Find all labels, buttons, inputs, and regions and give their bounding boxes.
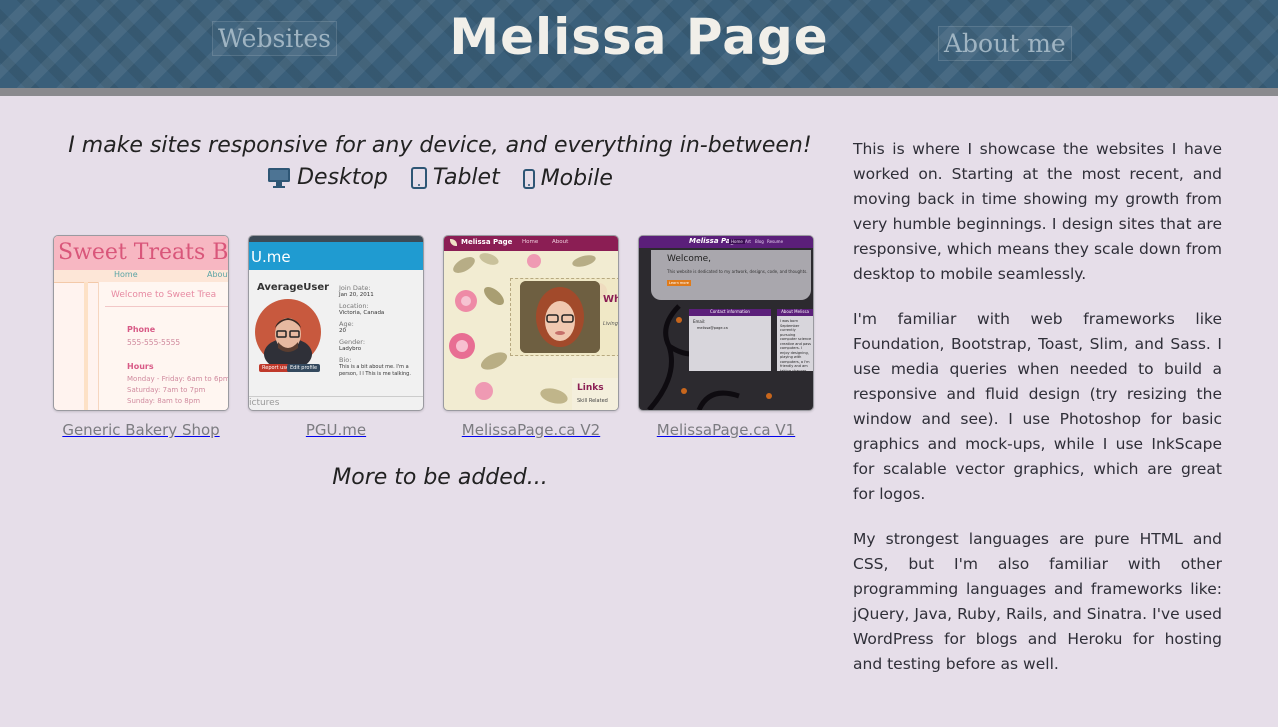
thumb-field-value: Jan 20, 2011: [339, 292, 374, 298]
project-label[interactable]: MelissaPage.ca V2: [443, 421, 619, 439]
thumb-bio: I was born September currently pursuing …: [780, 319, 812, 371]
thumb-email-label: Email:: [693, 319, 706, 324]
thumb-intro: This website is dedicated to my artwork,…: [667, 269, 808, 274]
thumb-field-key: Gender:: [339, 338, 366, 346]
about-paragraph: I'm familiar with web frameworks like Fo…: [853, 310, 1222, 503]
thumb-brand: Melissa Page: [461, 238, 513, 246]
device-mobile: Mobile: [522, 166, 613, 191]
project-gallery: Sweet Treats B Home About Welcome to Swe…: [53, 235, 823, 445]
thumb-welcome-box: Welcome, This website is dedicated to my…: [651, 250, 811, 300]
thumb-field-key: Location:: [339, 302, 369, 310]
thumb-hours-line: Monday - Friday: 6am to 6pm: [127, 375, 229, 383]
thumb-field-value: This is a bit about me. I'm a person, I …: [339, 364, 411, 377]
thumb-brand: U.me: [251, 248, 291, 266]
about-paragraph: This is where I showcase the websites I …: [853, 140, 1222, 283]
mobile-icon: [522, 168, 535, 189]
thumb-nav-about: About: [207, 270, 229, 279]
thumb-panel-contact: Contact information Email: melissa@page.…: [689, 309, 771, 371]
thumb-phone: 555-555-5555: [127, 338, 181, 347]
thumb-portrait: [520, 281, 600, 353]
project-card-melissapage-v1[interactable]: Melissa Page Home Art Blog Resume Welcom…: [638, 235, 814, 439]
thumb-nav-home: Home: [114, 270, 138, 279]
nav-link-about-me[interactable]: About me: [938, 26, 1072, 61]
thumb-edit-button: Edit profile: [287, 364, 321, 372]
more-to-come: More to be added...: [332, 465, 548, 490]
leaf-icon: [450, 239, 457, 246]
thumb-nav-item: Art: [745, 239, 751, 244]
device-desktop: Desktop: [267, 165, 388, 190]
thumb-phone-label: Phone: [127, 325, 156, 334]
about-paragraph: My strongest languages are pure HTML and…: [853, 530, 1222, 673]
thumb-skill: Skill Related: [577, 398, 608, 404]
thumb-hours-line: Sunday: 8am to 8pm: [127, 397, 201, 405]
portrait-photo: [520, 281, 600, 353]
thumb-nav-item: Home: [522, 239, 539, 245]
thumb-welcome: Welcome to Sweet Trea: [111, 290, 217, 300]
device-label-mobile: Mobile: [540, 166, 613, 191]
project-card-pgu[interactable]: U.me AverageUser Join Date: Jan 20, 2011…: [248, 235, 424, 439]
tagline: I make sites responsive for any device, …: [68, 133, 812, 158]
thumb-field-value: 20: [339, 328, 346, 334]
thumb-rail: [84, 282, 88, 410]
thumb-fields: Join Date: Jan 20, 2011 Location: Victor…: [339, 284, 423, 378]
thumb-header: U.me: [249, 242, 423, 270]
thumb-header: Sweet Treats B: [54, 236, 228, 270]
thumb-links-box: Links Skill Related: [572, 378, 618, 410]
thumb-side-sub: Living: [603, 321, 618, 327]
thumb-hours-line: Saturday: 7am to 7pm: [127, 386, 206, 394]
thumb-field-key: Bio:: [339, 356, 352, 364]
tablet-icon: [410, 166, 427, 189]
thumb-heading: Sweet Treats B: [58, 240, 229, 265]
project-card-bakery[interactable]: Sweet Treats B Home About Welcome to Swe…: [53, 235, 229, 439]
thumb-welcome: Welcome,: [667, 254, 712, 264]
thumb-side-title: Wh: [603, 294, 618, 305]
device-label-desktop: Desktop: [297, 165, 388, 190]
avatar-photo: [255, 299, 321, 366]
thumb-panel-about: About Melissa I was born September curre…: [777, 309, 813, 371]
project-thumbnail[interactable]: U.me AverageUser Join Date: Jan 20, 2011…: [248, 235, 424, 411]
thumb-username: AverageUser: [257, 282, 330, 293]
thumb-nav-item: Resume: [767, 239, 784, 244]
about-section: This is where I showcase the websites I …: [853, 137, 1222, 697]
thumb-body: Welcome to Sweet Trea Phone 555-555-5555…: [98, 282, 229, 410]
thumb-nav-item: Blog: [755, 239, 764, 244]
thumb-panel-title: About Melissa: [777, 309, 813, 316]
thumb-button: Learn more: [667, 280, 691, 286]
thumb-panel-title: Contact information: [689, 309, 771, 316]
desktop-icon: [268, 167, 291, 188]
thumb-nav-item: Home: [729, 239, 745, 244]
project-thumbnail[interactable]: Melissa Page Home Art Blog Resume Welcom…: [638, 235, 814, 411]
thumb-field-key: Join Date:: [339, 284, 371, 292]
project-label[interactable]: PGU.me: [248, 421, 424, 439]
project-label[interactable]: MelissaPage.ca V1: [638, 421, 814, 439]
project-label[interactable]: Generic Bakery Shop: [53, 421, 229, 439]
thumb-field-value: Victoria, Canada: [339, 310, 385, 316]
thumb-links: Links: [577, 383, 604, 393]
device-label-tablet: Tablet: [432, 165, 500, 190]
thumb-footer: ictures: [249, 398, 280, 408]
project-card-melissapage-v2[interactable]: Melissa Page Home About W Living Links S…: [443, 235, 619, 439]
header-divider: [0, 88, 1278, 96]
device-list: Desktop Tablet Mobile: [40, 165, 840, 195]
device-tablet: Tablet: [410, 165, 500, 190]
thumb-field-key: Age:: [339, 320, 354, 328]
thumb-field-value: Ladybro: [339, 346, 362, 352]
thumb-header: Melissa Page Home About: [444, 236, 618, 251]
thumb-hours-label: Hours: [127, 362, 154, 371]
thumb-nav-item: About: [552, 239, 569, 245]
header-chevron-background: Websites Melissa Page About me: [0, 0, 1278, 88]
project-thumbnail[interactable]: Melissa Page Home About W Living Links S…: [443, 235, 619, 411]
project-thumbnail[interactable]: Sweet Treats B Home About Welcome to Swe…: [53, 235, 229, 411]
site-title[interactable]: Melissa Page: [0, 8, 1278, 66]
thumb-email: melissa@page.ca: [697, 326, 728, 330]
thumb-header: Melissa Page Home Art Blog Resume: [639, 236, 813, 248]
